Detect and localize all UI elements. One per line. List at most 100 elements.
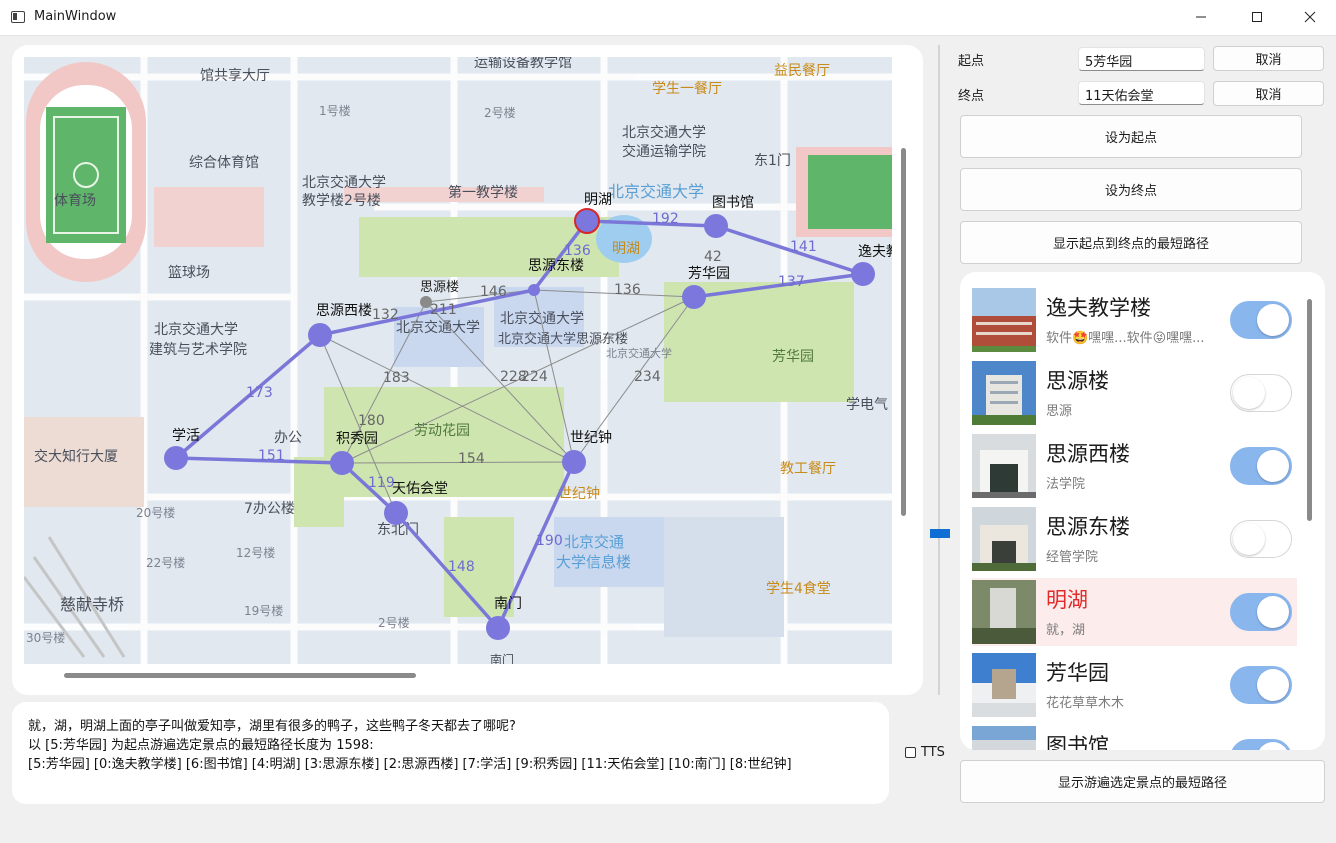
spot-toggle[interactable] <box>1230 593 1292 631</box>
tts-checkbox[interactable]: TTS <box>905 745 945 760</box>
spot-thumbnail <box>972 507 1036 571</box>
edge-weight: 119 <box>368 475 395 491</box>
map-label: 教学楼2号楼 <box>302 193 381 209</box>
map-label: 学电气 <box>846 397 888 413</box>
node-label: 逸夫教 <box>858 244 892 260</box>
maximize-button[interactable] <box>1234 0 1280 34</box>
node-jixiuyuan[interactable] <box>330 451 354 475</box>
map-label: 1号楼 <box>319 103 351 118</box>
map-label: 北京交通 <box>564 533 624 551</box>
close-button[interactable] <box>1287 0 1333 34</box>
map-label: 北京交通大学 <box>302 174 386 191</box>
node-siyuanlou[interactable] <box>420 296 432 308</box>
edge-weight: 132 <box>372 307 399 323</box>
spot-description: 经管学院 <box>1046 550 1099 565</box>
map-label: 北京交通大学 <box>154 321 238 338</box>
edge-weight: 141 <box>790 239 817 255</box>
start-label: 起点 <box>958 54 985 69</box>
spot-toggle[interactable] <box>1230 739 1292 750</box>
node-label: 图书馆 <box>712 195 754 211</box>
map-label: 篮球场 <box>168 265 210 281</box>
spot-toggle[interactable] <box>1230 520 1292 558</box>
set-end-button[interactable]: 设为终点 <box>960 168 1302 211</box>
edge-weight: 183 <box>383 370 410 386</box>
maximize-icon <box>1252 12 1262 22</box>
node-shijizhong[interactable] <box>562 450 586 474</box>
edge-weight: 136 <box>564 243 591 259</box>
start-cancel-button[interactable]: 取消 <box>1213 46 1324 71</box>
edge-weight: 180 <box>358 413 385 429</box>
node-siyuanxilou[interactable] <box>308 323 332 347</box>
node-yifu[interactable] <box>851 262 875 286</box>
map-label: 世纪钟 <box>558 485 600 502</box>
map-horizontal-scroll-thumb[interactable] <box>64 673 416 678</box>
node-siyuandonglou[interactable] <box>528 284 540 296</box>
map-label: 慈献寺桥 <box>60 595 124 614</box>
map-label: 大学信息楼 <box>556 553 631 571</box>
close-icon <box>1304 11 1316 23</box>
node-tushuguan[interactable] <box>704 214 728 238</box>
node-label: 思源东楼 <box>528 258 584 274</box>
map-label: 19号楼 <box>244 603 283 618</box>
output-line: [5:芳华园] [0:逸夫教学楼] [6:图书馆] [4:明湖] [3:思源东楼… <box>28 757 792 772</box>
show-shortest-path-button[interactable]: 显示起点到终点的最短路径 <box>960 221 1302 264</box>
edge-weight: 234 <box>634 369 661 385</box>
title-bar: MainWindow <box>0 0 1336 36</box>
list-scrollbar[interactable] <box>1307 299 1312 521</box>
scenic-spot-list[interactable]: 逸夫教学楼 软件🤩嘿嘿...软件😝嘿嘿... 思源楼 思源 思源西楼 法学院 思… <box>960 272 1325 750</box>
list-item-selected[interactable]: 明湖 就，湖 <box>972 578 1297 646</box>
output-text-area[interactable]: 就，湖，明湖上面的亭子叫做爱知亭，湖里有很多的鸭子，这些鸭子冬天都去了哪呢? 以… <box>12 702 889 804</box>
list-item[interactable]: 芳华园 花花草草木木 <box>972 651 1297 719</box>
spot-name: 思源楼 <box>1046 369 1109 393</box>
minimize-button[interactable] <box>1178 0 1224 34</box>
minimize-icon <box>1196 16 1206 18</box>
list-item[interactable]: 思源西楼 法学院 <box>972 432 1297 500</box>
spot-toggle[interactable] <box>1230 374 1292 412</box>
spot-name: 思源东楼 <box>1046 515 1130 539</box>
map-label: 7办公楼 <box>244 501 295 517</box>
spot-toggle[interactable] <box>1230 301 1292 339</box>
list-item[interactable]: 思源楼 思源 <box>972 359 1297 427</box>
end-cancel-button[interactable]: 取消 <box>1213 81 1324 106</box>
map-label: 明湖 <box>612 241 640 257</box>
node-label: 南门 <box>494 596 522 612</box>
map-label: 办公 <box>274 430 302 446</box>
spot-description: 软件🤩嘿嘿...软件😝嘿嘿... <box>1046 331 1205 346</box>
node-minghu[interactable] <box>574 208 600 234</box>
set-start-button[interactable]: 设为起点 <box>960 115 1302 158</box>
node-nanmen[interactable] <box>486 616 510 640</box>
map-label: 20号楼 <box>136 505 175 520</box>
node-xuehuo[interactable] <box>164 446 188 470</box>
map-label: 芳华园 <box>772 348 814 365</box>
node-label: 世纪钟 <box>570 429 612 446</box>
start-field[interactable]: 5芳华园 <box>1078 47 1205 71</box>
list-item[interactable]: 图书馆 <box>972 724 1297 750</box>
map-label: 交通运输学院 <box>622 143 706 160</box>
edge-weight: 42 <box>704 249 722 265</box>
node-fanghuayuan[interactable] <box>682 285 706 309</box>
node-tianyou[interactable] <box>384 501 408 525</box>
output-line: 就，湖，明湖上面的亭子叫做爱知亭，湖里有很多的鸭子，这些鸭子冬天都去了哪呢? <box>28 719 516 734</box>
edge-weight: 146 <box>480 284 507 300</box>
map-label: 益民餐厅 <box>774 63 830 79</box>
map-label: 北京交通大学 <box>622 124 706 141</box>
splitter-handle[interactable] <box>930 529 950 538</box>
list-item[interactable]: 思源东楼 经管学院 <box>972 505 1297 573</box>
edge-weight: 137 <box>778 274 805 290</box>
spot-description: 法学院 <box>1046 477 1086 492</box>
list-item[interactable]: 逸夫教学楼 软件🤩嘿嘿...软件😝嘿嘿... <box>972 286 1297 354</box>
app-icon <box>11 11 25 23</box>
map-vertical-scroll-thumb[interactable] <box>901 148 906 516</box>
checkbox-icon[interactable] <box>905 747 916 758</box>
spot-name: 明湖 <box>1046 588 1088 612</box>
spot-toggle[interactable] <box>1230 666 1292 704</box>
edge-weight: 192 <box>652 211 679 227</box>
edge-weight: 224 <box>521 369 548 385</box>
splitter[interactable] <box>938 45 940 695</box>
spot-toggle[interactable] <box>1230 447 1292 485</box>
campus-map[interactable]: 馆共享大厅 运输设备教学馆 学生一餐厅 益民餐厅 综合体育馆 北京交通大学 交通… <box>24 57 892 664</box>
show-tour-path-button[interactable]: 显示游遍选定景点的最短路径 <box>960 760 1325 803</box>
end-field[interactable]: 11天佑会堂 <box>1078 81 1205 105</box>
spot-description: 思源 <box>1046 404 1073 419</box>
spot-name: 思源西楼 <box>1046 442 1130 466</box>
